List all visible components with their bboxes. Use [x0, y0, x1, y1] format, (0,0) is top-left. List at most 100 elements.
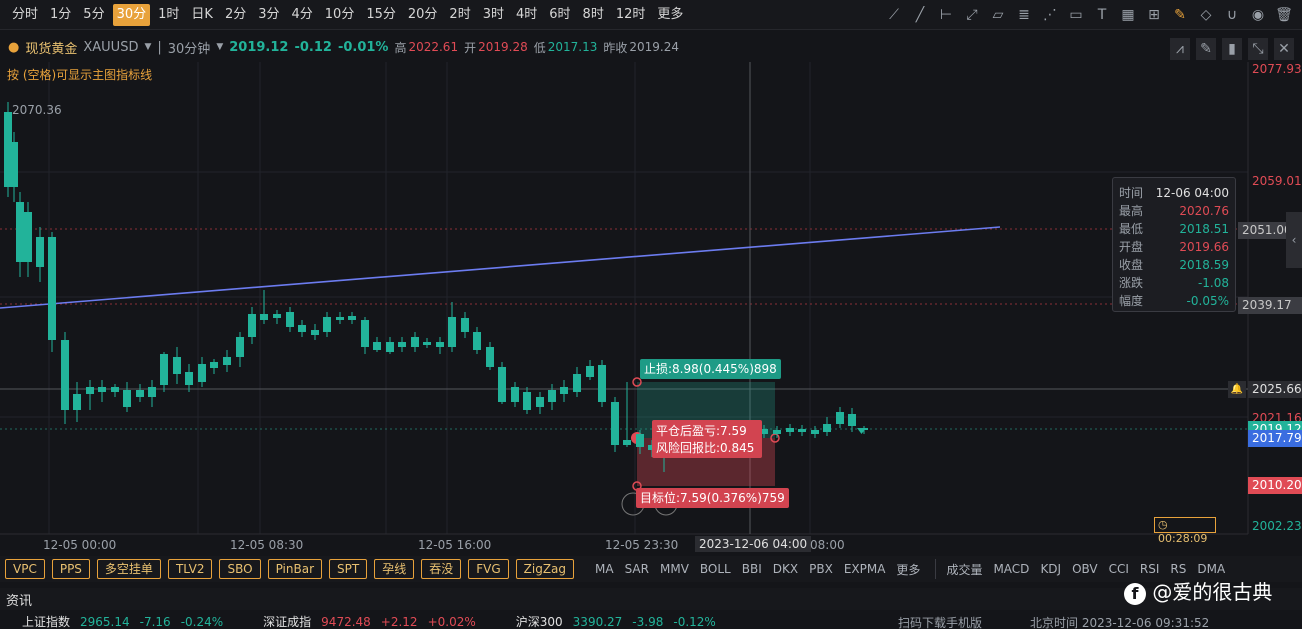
- tooltip-row: 开盘 2019.66: [1119, 238, 1229, 256]
- pnl-box[interactable]: 平仓后盈亏:7.59 风险回报比:0.845: [652, 420, 762, 458]
- indicator-孕线[interactable]: 孕线: [374, 559, 415, 579]
- indicator-sbo[interactable]: SBO: [219, 559, 261, 579]
- open-value: 2019.28: [478, 40, 528, 54]
- timeframe-2[interactable]: 5分: [79, 4, 108, 26]
- chevron-down-icon[interactable]: ▼: [144, 42, 151, 52]
- news-label[interactable]: 资讯: [6, 590, 32, 609]
- delete-icon[interactable]: 🗑: [1274, 4, 1294, 26]
- candle-body: [611, 402, 619, 445]
- chevron-down-icon[interactable]: ▼: [216, 42, 223, 52]
- timeframe-13[interactable]: 3时: [479, 4, 508, 26]
- timeframe-6[interactable]: 2分: [221, 4, 250, 26]
- magnet-icon[interactable]: ∪: [1222, 4, 1242, 26]
- overlay-pbx[interactable]: PBX: [809, 562, 833, 576]
- shrink-icon[interactable]: ⤡: [1248, 38, 1268, 60]
- candle-body: [173, 357, 181, 374]
- indicator-spt[interactable]: SPT: [329, 559, 368, 579]
- tooltip-key: 最低: [1119, 222, 1144, 236]
- sub-obv[interactable]: OBV: [1072, 562, 1098, 576]
- overlay-ma[interactable]: MA: [595, 562, 614, 576]
- sub-rs[interactable]: RS: [1170, 562, 1186, 576]
- overlay-更多[interactable]: 更多: [896, 561, 920, 578]
- timeframe-9[interactable]: 10分: [321, 4, 359, 26]
- indicator-tlv2[interactable]: TLV2: [167, 559, 213, 579]
- timeframe-8[interactable]: 4分: [288, 4, 317, 26]
- indicator-pps[interactable]: PPS: [51, 559, 90, 579]
- measure-icon[interactable]: ⊞: [1144, 4, 1164, 26]
- horizontal-line-icon[interactable]: ⊢: [936, 4, 956, 26]
- overlay-bbi[interactable]: BBI: [742, 562, 762, 576]
- timeframe-12[interactable]: 2时: [445, 4, 474, 26]
- overlay-sar[interactable]: SAR: [625, 562, 649, 576]
- overlay-boll[interactable]: BOLL: [700, 562, 731, 576]
- timeframe-3[interactable]: 30分: [112, 4, 151, 26]
- timeframe-10[interactable]: 15分: [362, 4, 400, 26]
- symbol-name[interactable]: 现货黄金: [25, 38, 77, 57]
- ticker-item[interactable]: 深证成指 9472.48 +2.12 +0.02%: [263, 614, 486, 629]
- timeframe-list: 分时 1分 5分 30分 1时 日K 2分 3分 4分 10分 15分 20分 2时 3时 4时 6时 8时 12…: [8, 4, 691, 26]
- text-tool-icon[interactable]: T: [1092, 4, 1112, 26]
- overlay-dkx[interactable]: DKX: [773, 562, 798, 576]
- timeframe-0[interactable]: 分时: [8, 4, 42, 26]
- timeframe-1[interactable]: 1分: [46, 4, 75, 26]
- qr-download[interactable]: 扫码下载手机版: [898, 614, 982, 629]
- timeframe-4[interactable]: 1时: [154, 4, 183, 26]
- indicator-zigzag[interactable]: ZigZag: [515, 559, 575, 579]
- sub-成交量[interactable]: 成交量: [946, 561, 982, 578]
- open-label: 开: [464, 40, 477, 55]
- sub-kdj[interactable]: KDJ: [1040, 562, 1061, 576]
- sub-dma[interactable]: DMA: [1197, 562, 1225, 576]
- indicator-pinbar[interactable]: PinBar: [267, 559, 323, 579]
- kline-svg[interactable]: [0, 62, 1302, 540]
- fan-icon[interactable]: ⋰: [1040, 4, 1060, 26]
- eraser-icon[interactable]: ◇: [1196, 4, 1216, 26]
- chart-type-icon[interactable]: ⩘: [1170, 38, 1190, 60]
- rectangle-icon[interactable]: ▭: [1066, 4, 1086, 26]
- candle-body: [323, 317, 331, 332]
- sub-rsi[interactable]: RSI: [1140, 562, 1160, 576]
- overlay-expma[interactable]: EXPMA: [844, 562, 886, 576]
- kline-chart[interactable]: [0, 62, 1302, 540]
- candle-style-icon[interactable]: ▮: [1222, 38, 1242, 60]
- edit-icon[interactable]: ✎: [1170, 4, 1190, 26]
- ticker-price: 9472.48: [321, 615, 371, 629]
- timeframe-5[interactable]: 日K: [187, 4, 217, 26]
- trend-line-icon[interactable]: ╱: [910, 4, 930, 26]
- indicator-vpc[interactable]: VPC: [5, 559, 45, 579]
- ticker-name: 上证指数: [22, 615, 71, 629]
- timeframe-11[interactable]: 20分: [404, 4, 442, 26]
- sub-cci[interactable]: CCI: [1109, 562, 1129, 576]
- parallel-channel-icon[interactable]: ▱: [988, 4, 1008, 26]
- symbol-code[interactable]: XAUUSD: [83, 40, 138, 55]
- candle-body: [286, 312, 294, 327]
- segment-icon[interactable]: ⤢: [962, 4, 982, 26]
- stop-loss-label[interactable]: 止损:8.98(0.445%)898: [640, 359, 781, 379]
- ticker-item[interactable]: 沪深300 3390.27 -3.98 -0.12%: [516, 614, 726, 629]
- ticker-item[interactable]: 上证指数 2965.14 -7.16 -0.24%: [22, 614, 233, 629]
- overlay-mmv[interactable]: MMV: [660, 562, 689, 576]
- ray-line-icon[interactable]: ⟋: [884, 4, 904, 26]
- fibonacci-icon[interactable]: ≣: [1014, 4, 1034, 26]
- timeframe-17[interactable]: 12时: [612, 4, 650, 26]
- timeframe-18[interactable]: 更多: [653, 4, 687, 26]
- indicator-多空挂单[interactable]: 多空挂单: [96, 559, 161, 579]
- timeframe-14[interactable]: 4时: [512, 4, 541, 26]
- pnl-label: 平仓后盈亏:7.59: [656, 424, 747, 438]
- bell-icon[interactable]: 🔔: [1228, 381, 1246, 398]
- candle-body: [848, 414, 856, 426]
- indicator-fvg[interactable]: FVG: [468, 559, 509, 579]
- target-label[interactable]: 目标位:7.59(0.376%)759: [636, 488, 789, 508]
- timeframe-7[interactable]: 3分: [254, 4, 283, 26]
- sub-macd[interactable]: MACD: [993, 562, 1029, 576]
- tooltip-row: 时间 12-06 04:00: [1119, 184, 1229, 202]
- candle-body: [136, 390, 144, 397]
- indicator-吞没[interactable]: 吞没: [421, 559, 462, 579]
- timeframe-16[interactable]: 8时: [579, 4, 608, 26]
- close-icon[interactable]: ✕: [1274, 38, 1294, 60]
- ruler-icon[interactable]: ▦: [1118, 4, 1138, 26]
- pen-icon[interactable]: ✎: [1196, 38, 1216, 60]
- eye-icon[interactable]: ◉: [1248, 4, 1268, 26]
- period-select[interactable]: 30分钟: [168, 38, 211, 57]
- collapse-panel-icon[interactable]: ‹: [1286, 212, 1302, 268]
- timeframe-15[interactable]: 6时: [545, 4, 574, 26]
